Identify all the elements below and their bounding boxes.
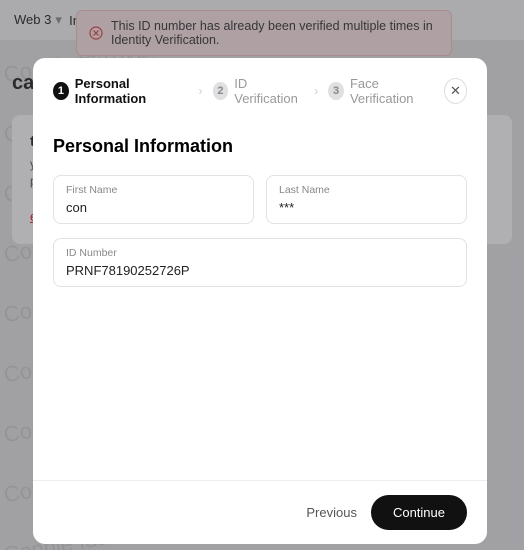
previous-button[interactable]: Previous bbox=[306, 505, 357, 520]
first-name-value: con bbox=[66, 200, 241, 215]
step-label: Face Verification bbox=[350, 76, 434, 106]
chevron-right-icon: › bbox=[314, 84, 318, 98]
step-number: 2 bbox=[213, 82, 229, 100]
chevron-right-icon: › bbox=[199, 84, 203, 98]
step-number: 3 bbox=[328, 82, 344, 100]
close-button[interactable]: ✕ bbox=[444, 78, 467, 104]
step-id[interactable]: 2 ID Verification bbox=[213, 76, 305, 106]
id-number-value: PRNF78190252726P bbox=[66, 263, 454, 278]
step-face[interactable]: 3 Face Verification bbox=[328, 76, 434, 106]
step-label: Personal Information bbox=[75, 76, 189, 106]
last-name-value: *** bbox=[279, 200, 454, 215]
first-name-field[interactable]: First Name con bbox=[53, 175, 254, 224]
id-number-field[interactable]: ID Number PRNF78190252726P bbox=[53, 238, 467, 287]
last-name-label: Last Name bbox=[279, 184, 454, 196]
continue-button[interactable]: Continue bbox=[371, 495, 467, 530]
kyc-modal: 1 Personal Information › 2 ID Verificati… bbox=[33, 58, 487, 544]
form-heading: Personal Information bbox=[53, 136, 467, 157]
step-personal[interactable]: 1 Personal Information bbox=[53, 76, 189, 106]
modal-body: Personal Information First Name con Last… bbox=[33, 114, 487, 480]
close-icon: ✕ bbox=[450, 83, 461, 99]
step-label: ID Verification bbox=[234, 76, 304, 106]
modal-footer: Previous Continue bbox=[33, 480, 487, 544]
id-number-label: ID Number bbox=[66, 247, 454, 259]
last-name-field[interactable]: Last Name *** bbox=[266, 175, 467, 224]
stepper: 1 Personal Information › 2 ID Verificati… bbox=[33, 58, 487, 114]
step-number: 1 bbox=[53, 82, 69, 100]
first-name-label: First Name bbox=[66, 184, 241, 196]
